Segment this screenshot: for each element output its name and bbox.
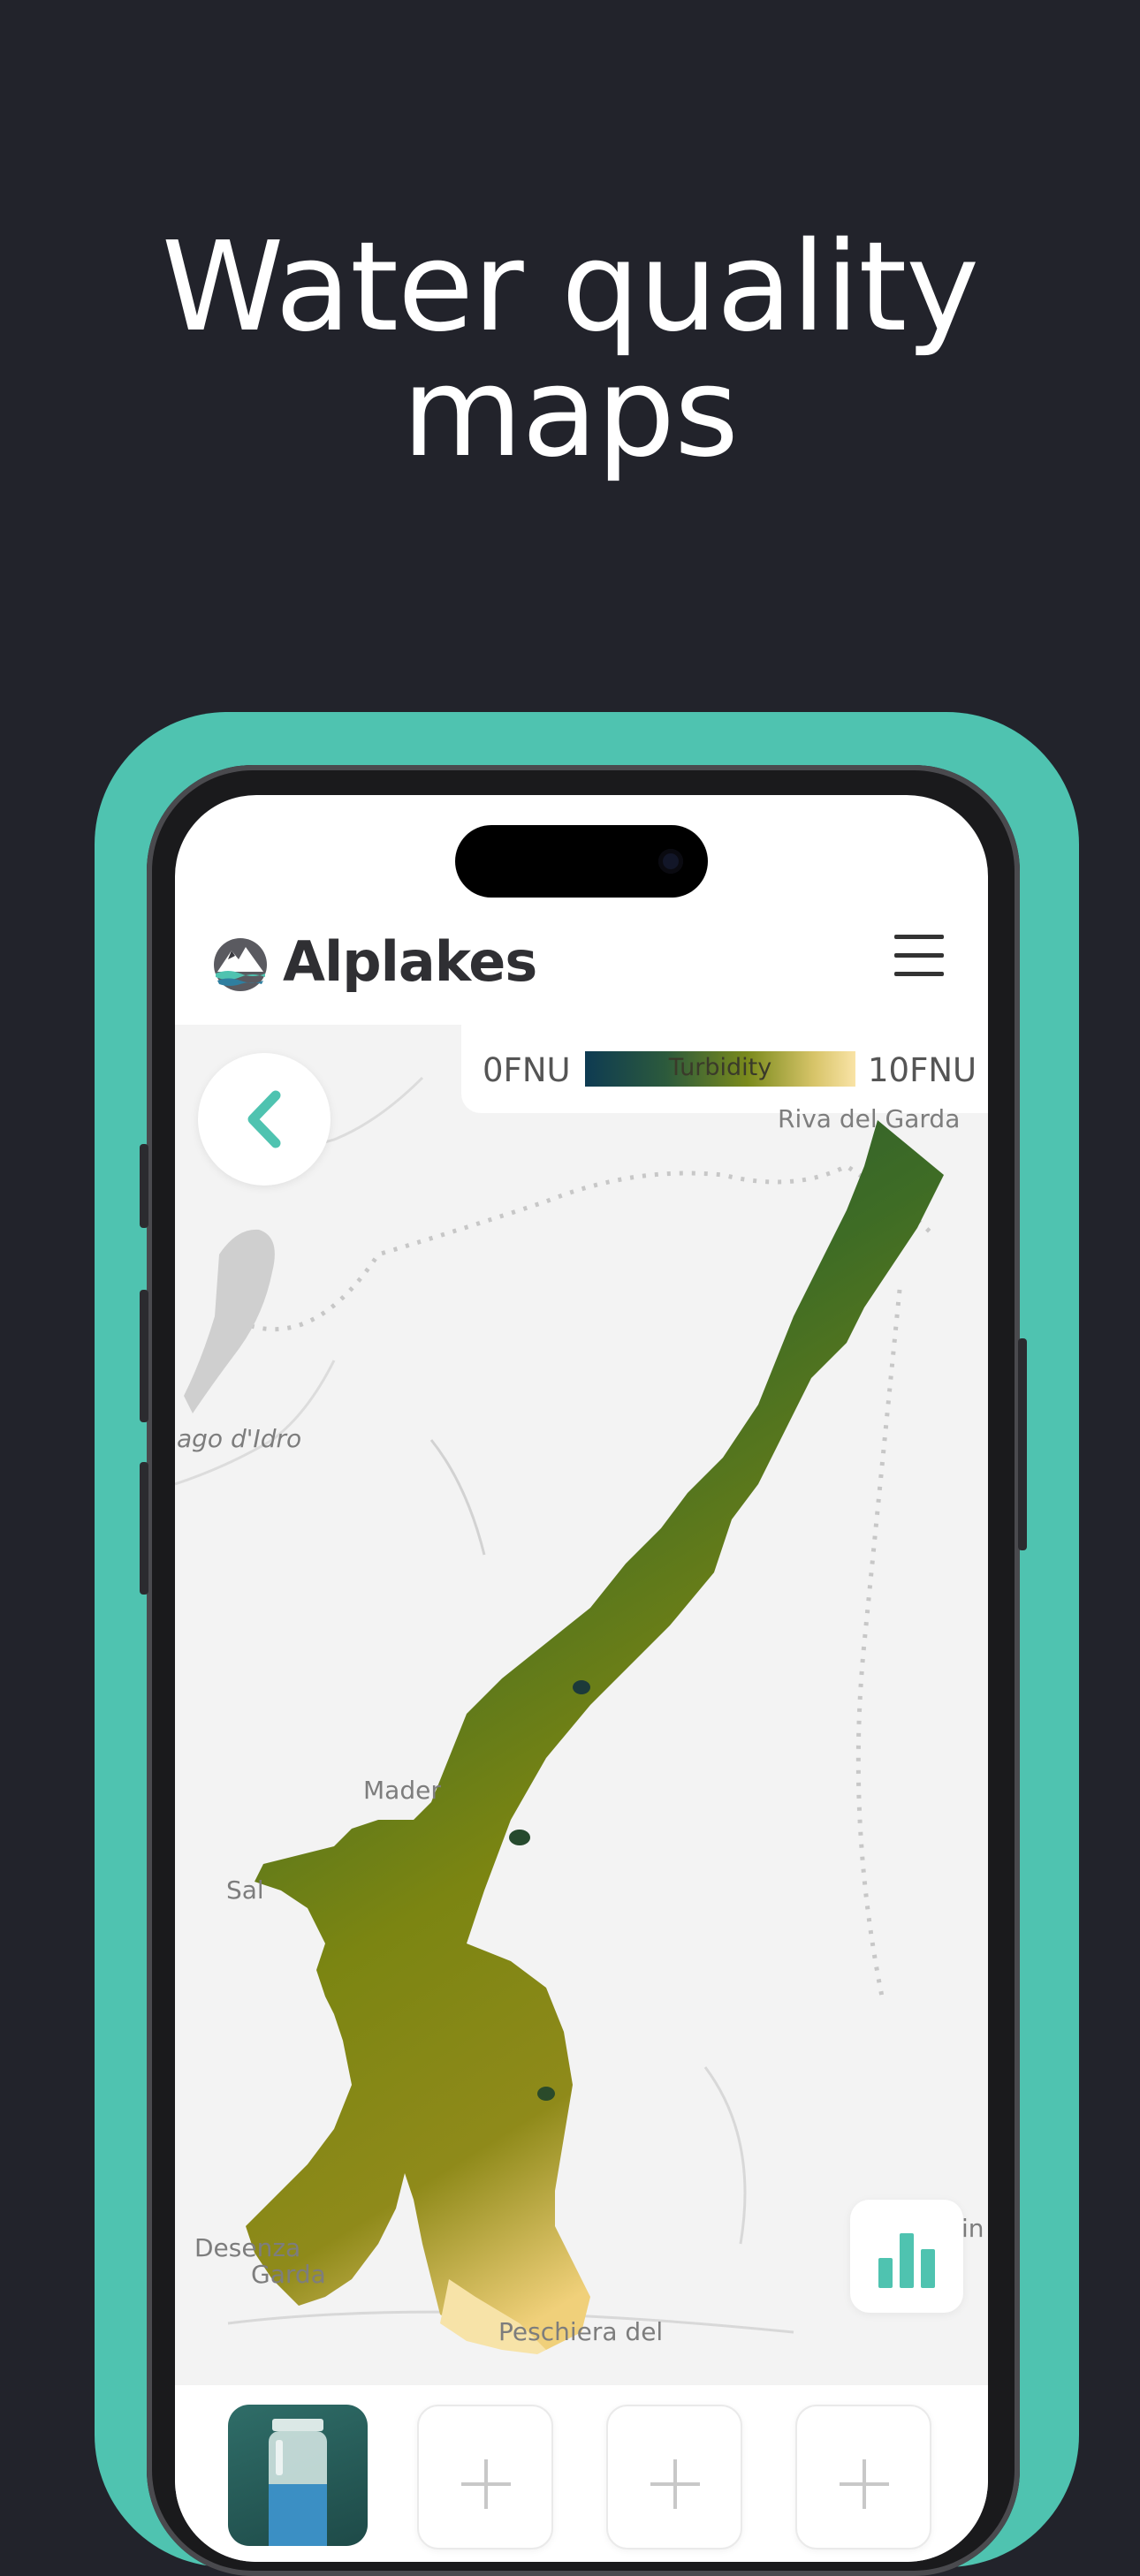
headline: Water quality maps: [0, 225, 1140, 476]
map-label-maderno: Mader: [363, 1776, 441, 1805]
chevron-left-icon: [247, 1090, 281, 1148]
bar-chart-icon: [878, 2233, 935, 2288]
legend-color-bar: Turbidity: [585, 1051, 855, 1087]
phone-screen: Alplakes 0FNU Turbidity 10FNU Riva del G…: [175, 795, 988, 2562]
add-layer-button[interactable]: [795, 2405, 931, 2549]
app-header: Alplakes: [175, 910, 988, 1025]
map-label-garda: Garda: [251, 2260, 326, 2289]
map-canvas: [175, 1025, 988, 2385]
map-label-salo: Sal: [226, 1875, 264, 1905]
headline-line-1: Water quality: [161, 216, 979, 360]
phone-side-button: [140, 1144, 148, 1228]
layer-thumbnail-active[interactable]: [228, 2405, 368, 2546]
phone-side-button: [1018, 1338, 1027, 1550]
map-label-idro: ago d'Idro: [177, 1424, 302, 1453]
plus-icon: [461, 2459, 511, 2509]
map-label-edge: in: [961, 2214, 984, 2243]
legend-label: Turbidity: [668, 1054, 772, 1081]
add-layer-button[interactable]: [417, 2405, 553, 2549]
legend-min: 0FNU: [483, 1051, 571, 1089]
back-button[interactable]: [198, 1053, 331, 1186]
turbidity-legend: 0FNU Turbidity 10FNU: [461, 1025, 988, 1113]
phone-side-button: [140, 1462, 148, 1595]
legend-max: 10FNU: [868, 1051, 977, 1089]
app-brand[interactable]: Alplakes: [283, 929, 537, 994]
camera-icon: [658, 849, 683, 874]
plus-icon: [840, 2459, 889, 2509]
map-label-desenzano: Desenza: [194, 2233, 301, 2262]
plus-icon: [650, 2459, 700, 2509]
add-layer-button[interactable]: [606, 2405, 742, 2549]
headline-line-2: maps: [402, 341, 739, 485]
map-view[interactable]: 0FNU Turbidity 10FNU Riva del Garda ago …: [175, 1025, 988, 2385]
phone-side-button: [140, 1290, 148, 1422]
chart-button[interactable]: [850, 2200, 963, 2313]
hamburger-menu-icon[interactable]: [893, 929, 946, 982]
map-label-riva: Riva del Garda: [778, 1104, 961, 1133]
water-bottle-icon: [269, 2419, 327, 2546]
layer-toolbar: [175, 2385, 988, 2562]
map-label-peschiera: Peschiera del: [498, 2317, 664, 2346]
mountain-lake-logo: [214, 938, 267, 991]
dynamic-island: [455, 825, 708, 898]
